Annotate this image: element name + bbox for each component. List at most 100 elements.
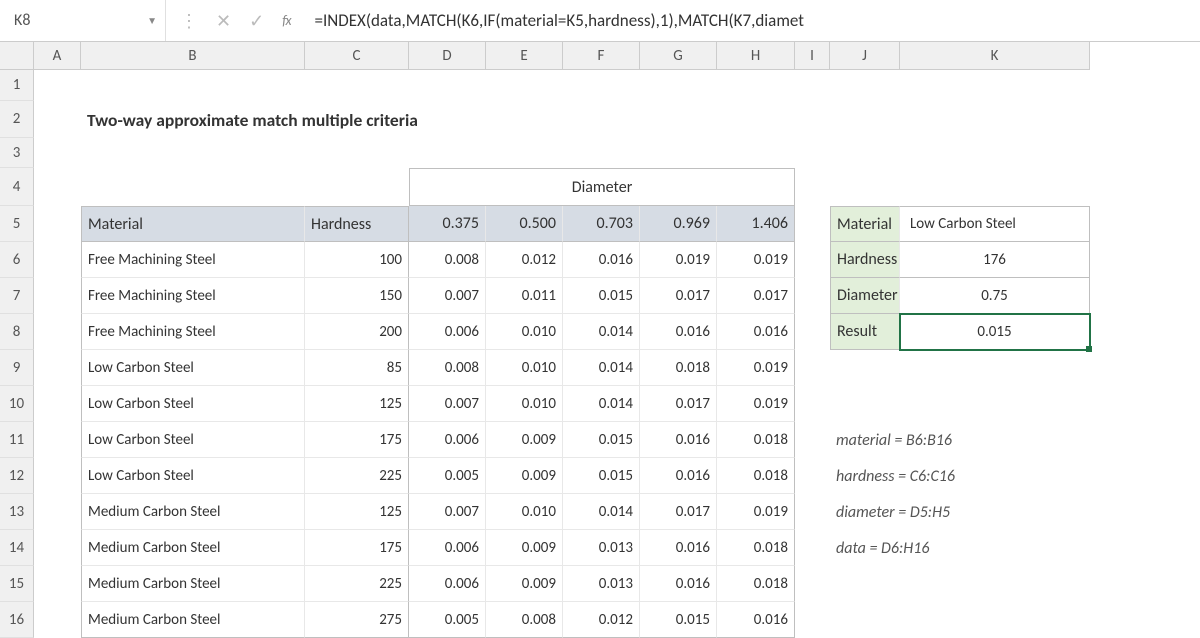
cell-A[interactable] (34, 70, 81, 101)
cell-data[interactable]: 0.006 (409, 422, 486, 458)
cell-I[interactable] (795, 458, 830, 494)
cells-area[interactable]: Two-way approximate match multiple crite… (34, 70, 1090, 638)
cell-data[interactable]: 0.018 (717, 566, 795, 602)
row-header-3[interactable]: 3 (0, 138, 34, 168)
cell-data[interactable]: 0.006 (409, 530, 486, 566)
cell-G[interactable] (640, 70, 717, 101)
cell-hardness[interactable]: 85 (305, 350, 409, 386)
cell-data[interactable]: 0.016 (640, 314, 717, 350)
cell-K[interactable] (900, 602, 1090, 638)
cell-C[interactable] (305, 138, 409, 168)
cell-material[interactable]: Low Carbon Steel (81, 422, 305, 458)
cell-J[interactable] (830, 138, 900, 168)
cell-J[interactable] (830, 602, 900, 638)
header-material[interactable]: Material (81, 206, 305, 242)
cell-D[interactable] (409, 70, 486, 101)
cell-material[interactable]: Low Carbon Steel (81, 386, 305, 422)
cell-B[interactable] (81, 70, 305, 101)
cell-I[interactable] (795, 138, 830, 168)
cell-data[interactable]: 0.017 (717, 278, 795, 314)
cell-A[interactable] (34, 350, 81, 386)
cell-material[interactable]: Free Machining Steel (81, 314, 305, 350)
fx-icon[interactable]: fx (282, 12, 290, 29)
cell-data[interactable]: 0.013 (563, 530, 640, 566)
name-box[interactable]: K8 (8, 9, 147, 32)
cell-C[interactable] (305, 70, 409, 101)
cell-J[interactable] (830, 70, 900, 101)
lookup-hardness-value[interactable]: 176 (900, 242, 1090, 278)
cell-I[interactable] (795, 314, 830, 350)
named-range-note[interactable]: data = D6:H16 (830, 530, 1090, 566)
cell-A[interactable] (34, 138, 81, 168)
row-header-11[interactable]: 11 (0, 422, 34, 458)
cell-I[interactable] (795, 494, 830, 530)
cell-data[interactable]: 0.006 (409, 314, 486, 350)
col-header-A[interactable]: A (34, 42, 81, 70)
cell-data[interactable]: 0.010 (486, 314, 563, 350)
cell-data[interactable]: 0.016 (717, 314, 795, 350)
col-header-C[interactable]: C (305, 42, 409, 70)
cell-H[interactable] (717, 70, 795, 101)
cell-hardness[interactable]: 100 (305, 242, 409, 278)
cell-D[interactable] (409, 138, 486, 168)
col-header-H[interactable]: H (717, 42, 795, 70)
row-header-10[interactable]: 10 (0, 386, 34, 422)
cell-data[interactable]: 0.015 (563, 422, 640, 458)
row-header-15[interactable]: 15 (0, 566, 34, 602)
cell-data[interactable]: 0.014 (563, 314, 640, 350)
cell-A[interactable] (34, 602, 81, 638)
cell-data[interactable]: 0.016 (640, 422, 717, 458)
cell-data[interactable]: 0.007 (409, 494, 486, 530)
lookup-material-value[interactable]: Low Carbon Steel (900, 206, 1090, 242)
cell-J[interactable] (830, 386, 900, 422)
cell-data[interactable]: 0.016 (640, 530, 717, 566)
cell-data[interactable]: 0.010 (486, 494, 563, 530)
cell-data[interactable]: 0.016 (563, 242, 640, 278)
cell-I[interactable] (795, 386, 830, 422)
cell-data[interactable]: 0.009 (486, 422, 563, 458)
cell-I[interactable] (795, 566, 830, 602)
cell-data[interactable]: 0.019 (717, 350, 795, 386)
cell-E[interactable] (486, 70, 563, 101)
cancel-icon[interactable]: ✕ (216, 10, 231, 32)
lookup-diameter-value[interactable]: 0.75 (900, 278, 1090, 314)
row-header-13[interactable]: 13 (0, 494, 34, 530)
row-header-2[interactable]: 2 (0, 101, 34, 138)
cell-data[interactable]: 0.019 (717, 242, 795, 278)
row-header-9[interactable]: 9 (0, 350, 34, 386)
cell-F[interactable] (563, 70, 640, 101)
cell-B[interactable] (81, 168, 305, 206)
cell-data[interactable]: 0.018 (717, 458, 795, 494)
cell-data[interactable]: 0.013 (563, 566, 640, 602)
cell-hardness[interactable]: 125 (305, 494, 409, 530)
page-title[interactable]: Two-way approximate match multiple crite… (81, 101, 563, 138)
cell-K[interactable] (900, 386, 1090, 422)
name-box-dropdown-icon[interactable]: ▼ (147, 14, 157, 27)
cell-A[interactable] (34, 566, 81, 602)
header-diam-1[interactable]: 0.500 (486, 206, 563, 242)
col-header-G[interactable]: G (640, 42, 717, 70)
cell-H[interactable] (717, 138, 795, 168)
cell-data[interactable]: 0.019 (640, 242, 717, 278)
cell-hardness[interactable]: 225 (305, 566, 409, 602)
cell-J[interactable] (830, 168, 900, 206)
named-range-note[interactable]: diameter = D5:H5 (830, 494, 1090, 530)
cell-I[interactable] (795, 206, 830, 242)
cell-data[interactable]: 0.017 (640, 278, 717, 314)
cell-A[interactable] (34, 494, 81, 530)
cell-I[interactable] (795, 168, 830, 206)
cell-material[interactable]: Low Carbon Steel (81, 458, 305, 494)
cell-material[interactable]: Free Machining Steel (81, 278, 305, 314)
row-header-4[interactable]: 4 (0, 168, 34, 206)
cell-K[interactable] (900, 566, 1090, 602)
cell-data[interactable]: 0.007 (409, 386, 486, 422)
cell-material[interactable]: Medium Carbon Steel (81, 494, 305, 530)
cell-data[interactable]: 0.017 (640, 386, 717, 422)
cell-hardness[interactable]: 225 (305, 458, 409, 494)
cell-data[interactable]: 0.015 (563, 278, 640, 314)
cell-material[interactable]: Free Machining Steel (81, 242, 305, 278)
cell-J[interactable] (830, 101, 900, 138)
cell-I[interactable] (795, 602, 830, 638)
cell-data[interactable]: 0.008 (486, 602, 563, 638)
cell-K[interactable] (900, 101, 1090, 138)
